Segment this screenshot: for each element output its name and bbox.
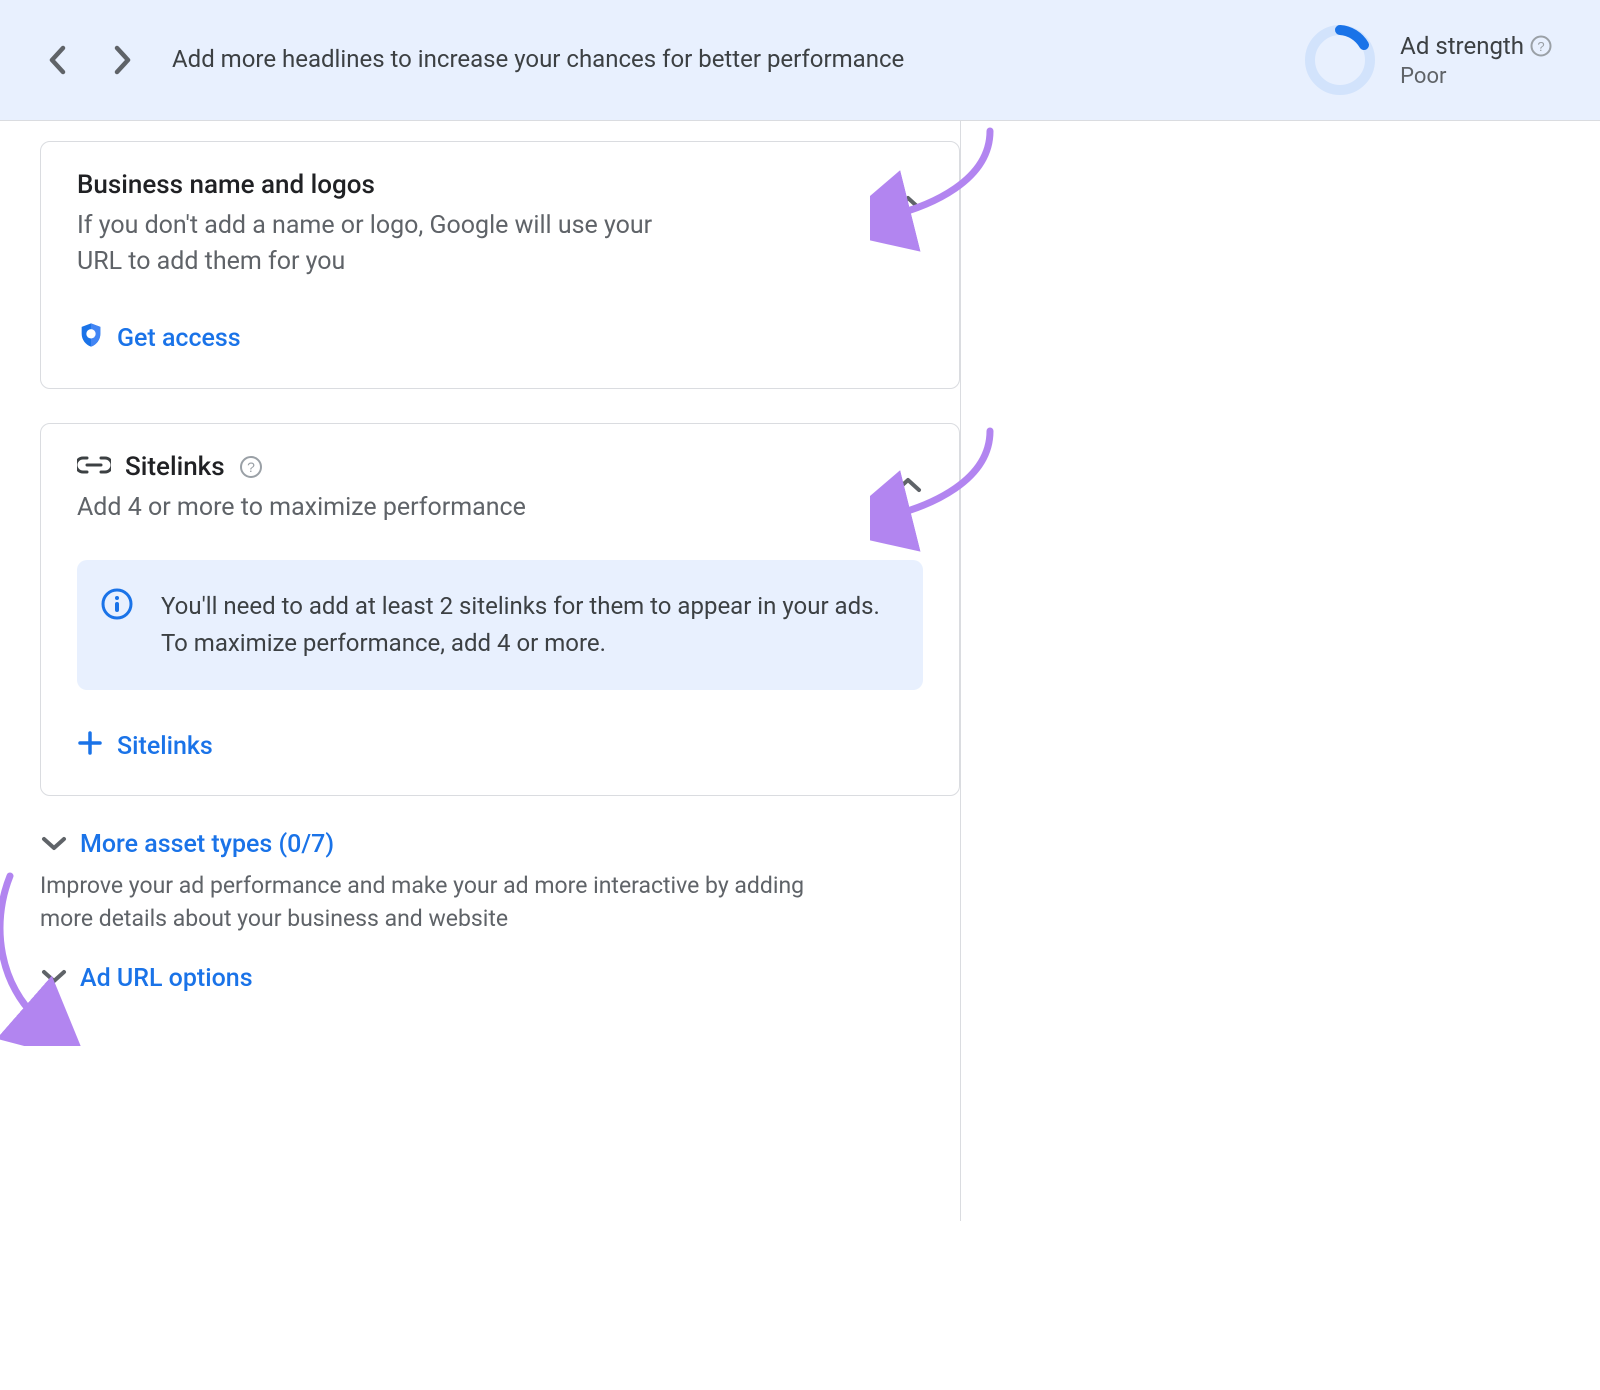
ad-url-options-label: Ad URL options	[80, 964, 253, 993]
business-name-logos-card: Business name and logos If you don't add…	[40, 141, 960, 389]
header-nav-arrows	[48, 45, 132, 75]
ad-strength-header: Add more headlines to increase your chan…	[0, 0, 1600, 121]
sitelinks-card: Sitelinks ? Add 4 or more to maximize pe…	[40, 423, 960, 797]
ad-strength-indicator: Ad strength ? Poor	[1304, 24, 1552, 96]
preview-panel	[960, 121, 1600, 1221]
add-sitelinks-button[interactable]: Sitelinks	[77, 730, 213, 763]
sitelinks-info-text: You'll need to add at least 2 sitelinks …	[161, 588, 895, 662]
link-icon	[77, 452, 111, 482]
shield-icon	[77, 321, 105, 356]
sitelinks-info-box: You'll need to add at least 2 sitelinks …	[77, 560, 923, 690]
more-asset-types-row[interactable]: More asset types (0/7)	[40, 830, 960, 859]
get-access-button[interactable]: Get access	[77, 321, 241, 356]
plus-icon	[77, 730, 103, 763]
add-sitelinks-label: Sitelinks	[117, 732, 213, 761]
more-asset-types-label: More asset types (0/7)	[80, 830, 334, 859]
nav-next-icon[interactable]	[114, 45, 132, 75]
chevron-up-icon[interactable]	[893, 194, 923, 216]
chevron-up-icon[interactable]	[893, 476, 923, 498]
nav-prev-icon[interactable]	[48, 45, 66, 75]
ad-strength-ring-icon	[1304, 24, 1376, 96]
ad-strength-value: Poor	[1400, 64, 1552, 89]
header-tip-text: Add more headlines to increase your chan…	[172, 43, 1264, 77]
more-asset-types-description: Improve your ad performance and make you…	[40, 869, 860, 936]
ad-url-options-row[interactable]: Ad URL options	[40, 964, 960, 993]
info-icon	[101, 588, 133, 624]
help-icon[interactable]: ?	[1530, 35, 1552, 57]
sitelinks-title: Sitelinks	[125, 452, 225, 482]
business-card-title: Business name and logos	[77, 170, 877, 200]
svg-text:?: ?	[1537, 39, 1544, 54]
business-card-subtitle: If you don't add a name or logo, Google …	[77, 208, 677, 281]
chevron-down-icon	[40, 835, 68, 855]
ad-strength-label: Ad strength ?	[1400, 32, 1552, 60]
svg-text:?: ?	[247, 459, 255, 475]
help-icon[interactable]: ?	[239, 455, 263, 479]
chevron-down-icon	[40, 968, 68, 988]
sitelinks-subtitle: Add 4 or more to maximize performance	[77, 490, 677, 526]
get-access-label: Get access	[117, 324, 241, 353]
